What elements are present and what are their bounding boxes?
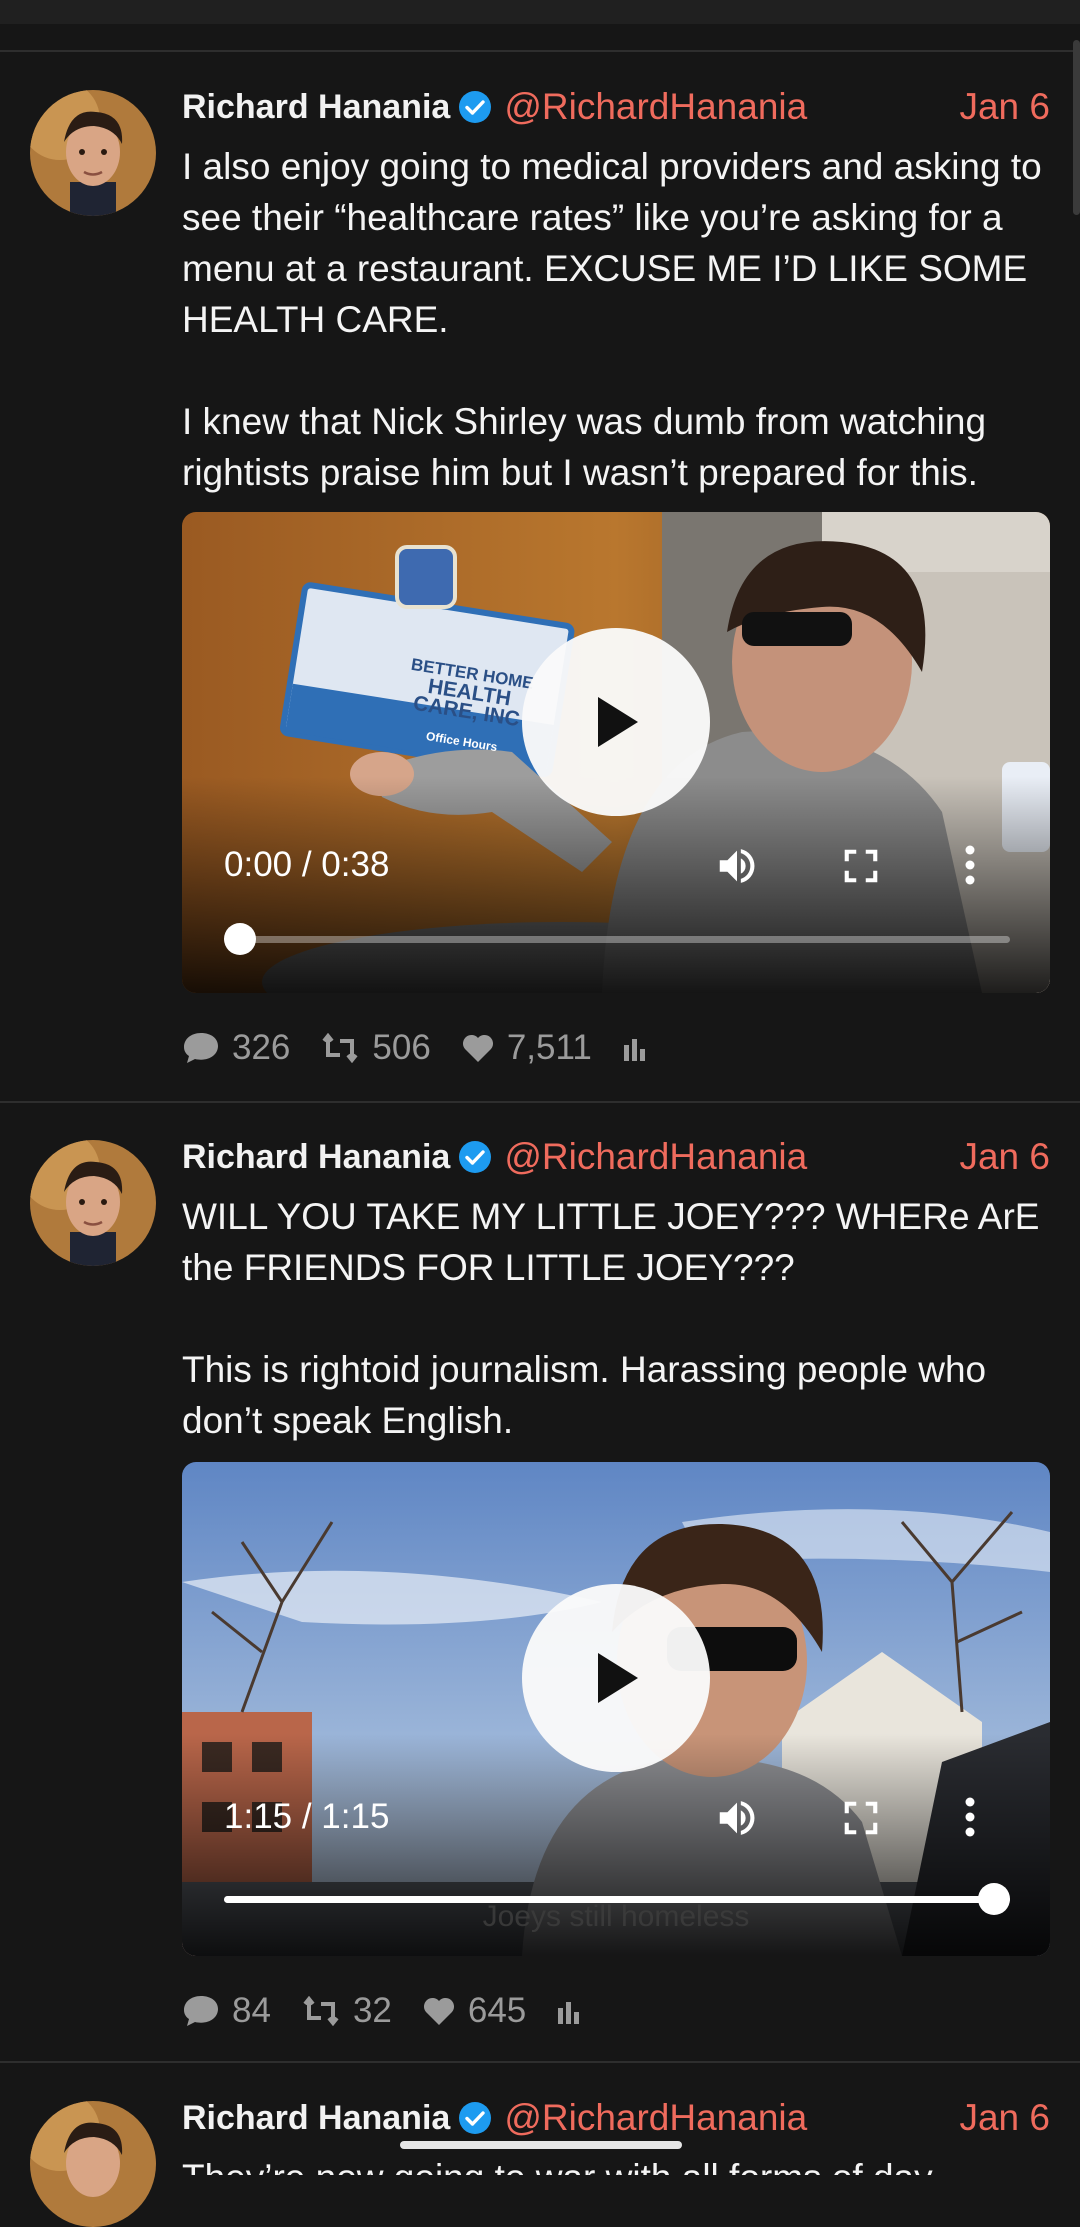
views-icon: [558, 2002, 580, 2024]
video-progress-bar[interactable]: [224, 923, 1010, 955]
reply-action[interactable]: 326: [182, 1028, 290, 1068]
video-time: 0:00 / 0:38: [224, 845, 390, 884]
video-time: 1:15 / 1:15: [224, 1797, 390, 1836]
avatar[interactable]: [30, 90, 156, 216]
tweet-header: Richard Hanania @RichardHanania Jan 6: [182, 82, 1050, 132]
progress-thumb[interactable]: [224, 923, 256, 955]
play-button[interactable]: [522, 1584, 710, 1772]
tweet-header: Richard Hanania @RichardHanania Jan 6: [182, 1132, 1050, 1182]
views-icon: [623, 1039, 645, 1061]
tweet-text: I also enjoy going to medical providers …: [182, 141, 1052, 498]
top-divider: [0, 50, 1080, 52]
play-button[interactable]: [522, 628, 710, 816]
author-handle[interactable]: @RichardHanania: [504, 2097, 807, 2139]
avatar[interactable]: [30, 2101, 156, 2227]
retweet-icon: [303, 1996, 339, 2026]
verified-badge-icon: [458, 1140, 492, 1174]
video-caption: Joeys still homeless: [482, 1900, 750, 1933]
tweet-date[interactable]: Jan 6: [959, 1136, 1050, 1178]
verified-badge-icon: [458, 2101, 492, 2135]
views-action[interactable]: [556, 1998, 596, 2024]
like-count: 7,511: [506, 1028, 592, 1067]
play-icon: [598, 1653, 638, 1703]
author-name[interactable]: Richard Hanania: [182, 2099, 450, 2138]
progress-thumb[interactable]: [978, 1883, 1010, 1915]
more-vertical-icon[interactable]: [964, 845, 976, 890]
heart-icon: [423, 1997, 454, 2025]
author-handle[interactable]: @RichardHanania: [504, 1136, 807, 1178]
video-player[interactable]: BETTER HOME HEALTH CARE, INC Office Hour…: [182, 512, 1050, 993]
like-count: 645: [467, 1991, 527, 2030]
tweet-date[interactable]: Jan 6: [959, 2097, 1050, 2139]
tweet-paragraph: They’re now going to war with all forms …: [182, 2152, 1052, 2175]
reply-action[interactable]: 84: [182, 1991, 271, 2031]
comment-icon: [184, 1996, 218, 2026]
like-action[interactable]: 7,511: [461, 1028, 592, 1068]
author-name[interactable]: Richard Hanania: [182, 88, 450, 127]
verified-badge-icon: [458, 90, 492, 124]
fullscreen-icon[interactable]: [842, 847, 880, 890]
retweet-icon: [322, 1033, 358, 1063]
tweet-paragraph: WILL YOU TAKE MY LITTLE JOEY??? WHERe Ar…: [182, 1196, 1040, 1288]
tweet-actions: 84 32 645: [182, 1989, 626, 2033]
retweet-action[interactable]: 32: [301, 1991, 392, 2031]
reply-count: 84: [232, 1991, 271, 2030]
volume-icon[interactable]: [714, 1795, 760, 1846]
home-indicator[interactable]: [400, 2141, 682, 2149]
play-icon: [598, 697, 638, 747]
tweet-header: Richard Hanania @RichardHanania Jan 6: [182, 2093, 1050, 2143]
tweet-text: They’re now going to war with all forms …: [182, 2152, 1052, 2175]
avatar[interactable]: [30, 1140, 156, 1266]
video-progress-bar[interactable]: [224, 1883, 1010, 1915]
scrollbar[interactable]: [1073, 40, 1080, 215]
tweet-divider: [0, 1101, 1080, 1103]
tweet-actions: 326 506 7,511: [182, 1026, 692, 1070]
author-name[interactable]: Richard Hanania: [182, 1138, 450, 1177]
retweet-count: 506: [372, 1028, 431, 1067]
progress-fill: [224, 1896, 1010, 1903]
more-vertical-icon[interactable]: [964, 1797, 976, 1842]
views-action[interactable]: [622, 1035, 662, 1061]
author-handle[interactable]: @RichardHanania: [504, 86, 807, 128]
video-player[interactable]: Joeys still homeless 1:15 / 1:15: [182, 1462, 1050, 1956]
like-action[interactable]: 645: [422, 1991, 526, 2031]
tweet-paragraph: This is rightoid journalism. Harassing p…: [182, 1349, 987, 1441]
heart-icon: [462, 1034, 493, 1062]
retweet-count: 32: [352, 1991, 392, 2030]
tweet-date[interactable]: Jan 6: [959, 86, 1050, 128]
fullscreen-icon[interactable]: [842, 1799, 880, 1842]
volume-icon[interactable]: [714, 843, 760, 894]
reply-count: 326: [232, 1028, 291, 1067]
tweet-paragraph: I also enjoy going to medical providers …: [182, 146, 1042, 340]
tweet-text: WILL YOU TAKE MY LITTLE JOEY??? WHERe Ar…: [182, 1191, 1052, 1446]
top-bar: [0, 0, 1080, 24]
tweet-paragraph: I knew that Nick Shirley was dumb from w…: [182, 401, 987, 493]
retweet-action[interactable]: 506: [320, 1028, 431, 1068]
tweet-divider: [0, 2061, 1080, 2063]
comment-icon: [184, 1033, 218, 1063]
